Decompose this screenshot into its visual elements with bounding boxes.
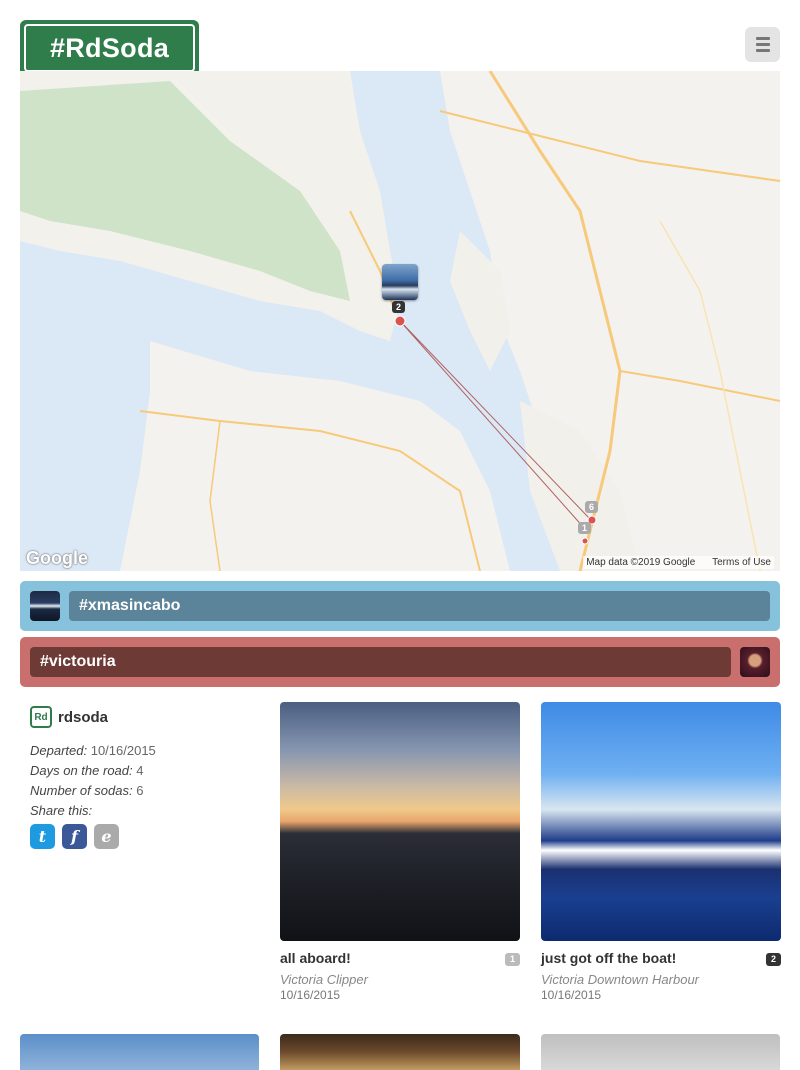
post-card[interactable]: all aboard! 1 Victoria Clipper 10/16/201… <box>280 702 520 1002</box>
post-photo[interactable] <box>280 702 520 941</box>
share-label: Share this: <box>30 803 93 818</box>
departed-value: 10/16/2015 <box>90 743 156 758</box>
terms-of-use-link[interactable]: Terms of Use <box>712 557 771 568</box>
trip-meta: Departed: 10/16/2015 Days on the road: 4… <box>30 741 156 821</box>
map-photo-thumbnail[interactable] <box>382 264 418 300</box>
map-marker-count: 6 <box>585 501 599 513</box>
sodas-value: 6 <box>136 783 144 798</box>
hashtag-bar-xmasincabo[interactable]: #xmasincabo <box>20 581 780 631</box>
post-photo[interactable] <box>280 1034 520 1070</box>
hashtag-bar-victouria[interactable]: #victouria <box>20 637 780 687</box>
post-title[interactable]: just got off the boat! <box>541 950 781 966</box>
days-value: 4 <box>136 763 144 778</box>
sodas-row: Number of sodas: 6 <box>30 781 156 801</box>
hamburger-icon-bar <box>755 37 770 40</box>
logo-text: #RdSoda <box>24 24 195 72</box>
post-date: 10/16/2015 <box>280 988 341 1002</box>
menu-button[interactable] <box>745 27 780 62</box>
rdsoda-logo[interactable]: #RdSoda <box>20 20 199 76</box>
twitter-icon[interactable]: t <box>30 824 55 849</box>
post-card[interactable]: just got off the boat! 2 Victoria Downto… <box>541 702 781 1002</box>
departed-label: Departed: <box>30 743 88 758</box>
map-data-credit: Map data ©2019 Google <box>586 557 696 568</box>
user-avatar: Rd <box>30 706 52 728</box>
post-location: Victoria Downtown Harbour <box>541 972 699 987</box>
trip-map[interactable]: 2 6 1 Google Map data ©2019 Google Terms… <box>20 71 780 571</box>
username[interactable]: rdsoda <box>58 709 108 726</box>
user-row[interactable]: Rd rdsoda <box>30 706 108 728</box>
share-row: Share this: <box>30 801 156 821</box>
map-attribution: Map data ©2019 Google Terms of Use <box>583 556 774 569</box>
hashtag-label[interactable]: #xmasincabo <box>69 591 770 621</box>
map-pin <box>394 315 406 327</box>
days-label: Days on the road: <box>30 763 133 778</box>
post-count-badge: 2 <box>765 953 781 966</box>
post-photo[interactable] <box>541 702 781 941</box>
hashtag-label[interactable]: #victouria <box>30 647 731 677</box>
map-canvas <box>20 71 780 571</box>
hashtag-thumbnail <box>30 591 60 621</box>
map-pin <box>581 537 589 545</box>
facebook-icon[interactable]: f <box>62 824 87 849</box>
map-marker-count: 1 <box>578 522 592 534</box>
email-icon[interactable]: e <box>94 824 119 849</box>
google-logo: Google <box>26 548 88 568</box>
departed-row: Departed: 10/16/2015 <box>30 741 156 761</box>
post-photo[interactable] <box>20 1034 259 1070</box>
hamburger-icon-bar <box>755 49 770 52</box>
share-buttons: t f e <box>30 824 119 849</box>
post-location: Victoria Clipper <box>280 972 368 987</box>
days-row: Days on the road: 4 <box>30 761 156 781</box>
post-count-badge: 1 <box>504 953 520 966</box>
sodas-label: Number of sodas: <box>30 783 133 798</box>
post-photo[interactable] <box>541 1034 780 1070</box>
post-title[interactable]: all aboard! <box>280 950 520 966</box>
map-marker-count: 2 <box>392 301 406 313</box>
post-date: 10/16/2015 <box>541 988 602 1002</box>
hamburger-icon-bar <box>755 43 770 46</box>
map-land-peninsula <box>120 341 510 571</box>
hashtag-thumbnail <box>740 647 770 677</box>
